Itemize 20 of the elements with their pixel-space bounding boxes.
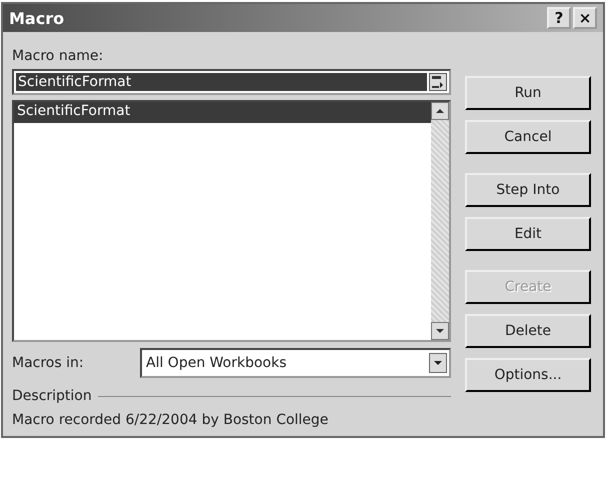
macro-list-item[interactable]: ScientificFormat [14, 102, 431, 123]
dialog-button[interactable]: Cancel [465, 120, 591, 154]
macros-in-dropdown[interactable]: All Open Workbooks [140, 348, 451, 378]
collapse-dialog-icon[interactable] [429, 73, 447, 91]
scroll-up-icon[interactable] [431, 102, 449, 120]
scrollbar[interactable] [431, 102, 449, 340]
macro-name-label: Macro name: [12, 48, 104, 64]
macros-in-label: Macros in: [12, 355, 85, 371]
scroll-down-icon[interactable] [431, 322, 449, 340]
window-title: Macro [9, 8, 64, 28]
dialog-button[interactable]: Run [465, 76, 591, 110]
dialog-button[interactable]: Delete [465, 314, 591, 348]
description-text: Macro recorded 6/22/2004 by Boston College [12, 412, 330, 428]
macro-name-field[interactable]: ScientificFormat [12, 69, 451, 95]
help-button[interactable]: ? [547, 7, 571, 29]
description-label: Description [12, 388, 92, 404]
close-button[interactable]: × [573, 7, 597, 29]
dialog-button[interactable]: Edit [465, 217, 591, 251]
dialog-button[interactable]: Options... [465, 358, 591, 392]
dialog-button[interactable]: Step Into [465, 173, 591, 207]
